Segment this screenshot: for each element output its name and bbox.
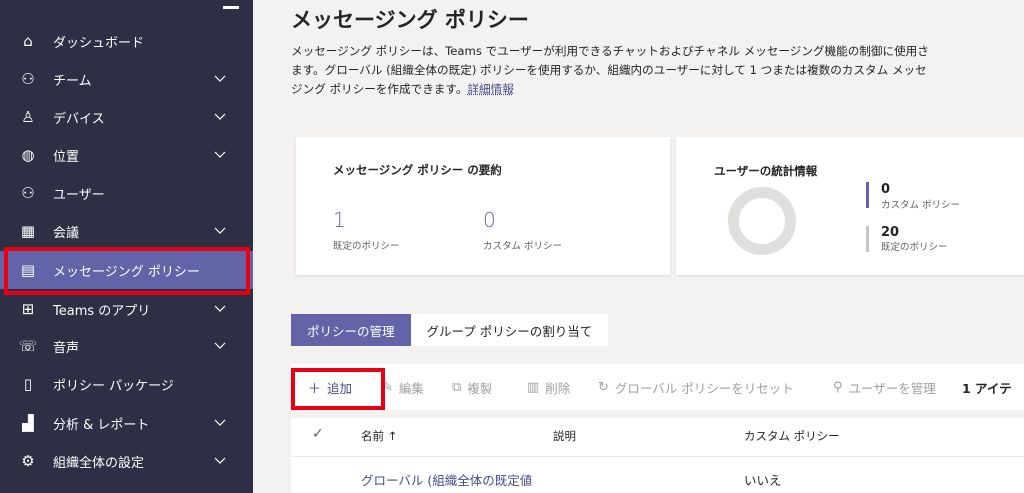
tab-manage-policies[interactable]: ポリシーの管理 xyxy=(291,314,411,346)
globe-icon: ◍ xyxy=(21,146,35,164)
tab-group-policy-assignment[interactable]: グループ ポリシーの割り当て xyxy=(411,314,609,346)
manage-users-label: ユーザーを管理 xyxy=(848,380,936,396)
legend-label: 既定のポリシー xyxy=(881,242,948,253)
edit-button[interactable]: ✎ 編集 xyxy=(382,364,424,410)
home-icon: ⌂ xyxy=(23,32,33,50)
page-title: メッセージング ポリシー xyxy=(291,8,529,32)
column-header-name[interactable]: 名前 ↑ xyxy=(361,428,397,444)
description-line: ジング ポリシーを作成できます。詳細情報 xyxy=(291,80,1024,99)
nav-label: 分析 & レポート xyxy=(53,417,150,433)
legend-value: 0 xyxy=(881,182,891,197)
reset-global-policy-button[interactable]: ↻ グローバル ポリシーをリセット xyxy=(598,364,794,410)
calendar-icon: ▦ xyxy=(20,222,36,240)
item-count: 1 アイテ xyxy=(962,380,1012,396)
nav-item-policy-packages[interactable]: ▯ ポリシー パッケージ xyxy=(0,365,253,403)
header-divider xyxy=(291,456,1024,457)
nav-label: Teams のアプリ xyxy=(53,303,151,319)
nav-item-dashboard[interactable]: ⌂ ダッシュボード xyxy=(0,22,253,60)
legend-value: 20 xyxy=(881,225,900,240)
policy-table: ✓ 名前 ↑ 説明 カスタム ポリシー グローバル (組織全体の既定値 いいえ xyxy=(291,418,1024,493)
default-policy-count: 1 xyxy=(333,208,346,232)
reset-label: グローバル ポリシーをリセット xyxy=(614,380,794,396)
nav-label: ユーザー xyxy=(53,187,105,203)
chevron-down-icon[interactable] xyxy=(213,302,227,316)
nav-label: 音声 xyxy=(53,340,80,356)
chevron-down-icon[interactable] xyxy=(213,148,227,162)
custom-policy-label: カスタム ポリシー xyxy=(483,241,563,252)
nav-label: ダッシュボード xyxy=(53,35,145,51)
edit-label: 編集 xyxy=(398,380,424,396)
apps-icon: ⊞ xyxy=(21,300,35,318)
policy-custom-value: いいえ xyxy=(744,473,782,488)
legend-label: カスタム ポリシー xyxy=(881,200,961,211)
learn-more-link[interactable]: 詳細情報 xyxy=(467,82,513,96)
nav-label: ポリシー パッケージ xyxy=(53,378,174,394)
card-title: ユーザーの統計情報 xyxy=(714,164,818,178)
select-all-checkmark-icon[interactable]: ✓ xyxy=(312,426,324,442)
duplicate-button[interactable]: ⧉ 複製 xyxy=(452,364,492,410)
analytics-icon: ▟ xyxy=(22,414,34,432)
chevron-down-icon[interactable] xyxy=(213,416,227,430)
chevron-down-icon[interactable] xyxy=(213,454,227,468)
nav-item-meetings[interactable]: ▦ 会議 xyxy=(0,212,253,250)
description-text: ジング ポリシーを作成できます。 xyxy=(291,82,468,96)
reset-icon: ↻ xyxy=(598,379,609,395)
copy-icon: ⧉ xyxy=(452,379,462,395)
nav-item-voice[interactable]: ☏ 音声 xyxy=(0,327,253,365)
column-header-description[interactable]: 説明 xyxy=(553,428,576,444)
user-stats-donut xyxy=(728,187,796,255)
chevron-down-icon[interactable] xyxy=(213,72,227,86)
user-icon: ⚲ xyxy=(833,379,843,395)
duplicate-label: 複製 xyxy=(467,380,493,396)
gear-icon: ⚙ xyxy=(21,452,35,470)
delete-button[interactable]: ▥ 削除 xyxy=(527,364,570,410)
nav-item-devices[interactable]: ♙ デバイス xyxy=(0,98,253,136)
legend-swatch xyxy=(866,182,869,208)
toolbar: ＋追加 ✎ 編集 ⧉ 複製 ▥ 削除 ↻ グローバル ポリシーをリセット ⚲ ユーザーを管… xyxy=(291,364,1024,410)
policy-name-link[interactable]: グローバル (組織全体の既定値 xyxy=(361,470,532,489)
custom-policy-count: 0 xyxy=(483,208,496,232)
chevron-down-icon[interactable] xyxy=(213,110,227,124)
card-title: メッセージング ポリシー の要約 xyxy=(333,163,502,177)
page-description: メッセージング ポリシーは、Teams でユーザーが利用できるチャットおよびチャ… xyxy=(291,42,1024,99)
devices-icon: ♙ xyxy=(21,108,35,126)
users-icon: ⚇ xyxy=(21,184,35,202)
nav-label: 組織全体の設定 xyxy=(53,455,145,471)
default-policy-label: 既定のポリシー xyxy=(333,241,400,252)
nav-item-analytics[interactable]: ▟ 分析 & レポート xyxy=(0,404,253,442)
add-highlight-box xyxy=(291,368,385,410)
manage-users-button[interactable]: ⚲ ユーザーを管理 xyxy=(833,364,936,410)
nav-label: チーム xyxy=(53,73,92,89)
nav-item-teams[interactable]: ⚇ チーム xyxy=(0,60,253,98)
chevron-down-icon[interactable] xyxy=(213,224,227,238)
nav-item-locations[interactable]: ◍ 位置 xyxy=(0,136,253,174)
voice-icon: ☏ xyxy=(18,337,38,355)
team-icon: ⚇ xyxy=(21,70,35,88)
description-line: メッセージング ポリシーは、Teams でユーザーが利用できるチャットおよびチャ… xyxy=(291,44,929,58)
main-content: メッセージング ポリシー メッセージング ポリシーは、Teams でユーザーが利… xyxy=(253,0,1024,493)
nav-item-org-settings[interactable]: ⚙ 組織全体の設定 xyxy=(0,442,253,480)
collapse-menu-icon[interactable] xyxy=(223,6,239,9)
column-header-custom-policy[interactable]: カスタム ポリシー xyxy=(744,428,840,444)
user-stats-card: ユーザーの統計情報 0 カスタム ポリシー 20 既定のポリシー xyxy=(676,137,1024,275)
package-icon: ▯ xyxy=(23,375,33,393)
description-line: ます。グローバル (組織全体の既定) ポリシーを使用するか、組織内のユーザーに対… xyxy=(291,63,927,77)
nav-item-users[interactable]: ⚇ ユーザー xyxy=(0,174,253,212)
nav-label: デバイス xyxy=(53,111,105,127)
tab-bar: ポリシーの管理 グループ ポリシーの割り当て xyxy=(291,314,609,346)
chevron-down-icon[interactable] xyxy=(213,339,227,353)
trash-icon: ▥ xyxy=(527,379,540,395)
nav-highlight-box xyxy=(4,247,250,295)
nav-label: 位置 xyxy=(53,149,80,165)
legend-swatch xyxy=(866,226,869,252)
policy-summary-card: メッセージング ポリシー の要約 1 既定のポリシー 0 カスタム ポリシー xyxy=(296,137,670,275)
delete-label: 削除 xyxy=(545,380,571,396)
nav-item-teams-apps[interactable]: ⊞ Teams のアプリ xyxy=(0,290,253,328)
nav-label: 会議 xyxy=(53,225,80,241)
